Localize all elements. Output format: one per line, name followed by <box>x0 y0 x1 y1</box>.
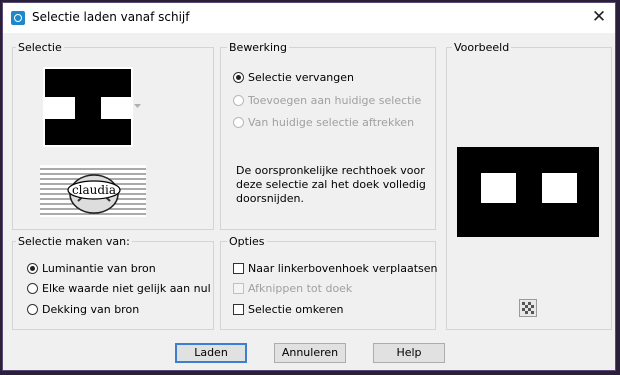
radio-button[interactable] <box>233 95 244 106</box>
checkbox-box[interactable] <box>233 304 244 315</box>
radio-button[interactable] <box>27 283 38 294</box>
checkbox-label: Naar linkerbovenhoek verplaatsen <box>248 262 438 275</box>
app-icon <box>11 11 25 25</box>
load-button[interactable]: Laden <box>175 343 247 363</box>
radio-selectie-vervangen[interactable]: Selectie vervangen <box>233 71 354 84</box>
radio-aftrekken[interactable]: Van huidige selectie aftrekken <box>233 116 414 129</box>
selectie-group-label: Selectie <box>16 41 64 54</box>
opties-group-label: Opties <box>227 235 267 248</box>
info-note: De oorspronkelijke rechthoek voor deze s… <box>236 164 426 205</box>
voorbeeld-group-label: Voorbeeld <box>452 41 512 54</box>
radio-toevoegen[interactable]: Toevoegen aan huidige selectie <box>233 94 421 107</box>
checkbox-box[interactable] <box>233 263 244 274</box>
radio-button[interactable] <box>27 263 38 274</box>
chevron-down-icon[interactable] <box>134 104 141 109</box>
radio-dekking[interactable]: Dekking van bron <box>27 303 139 316</box>
dialog-window: Selectie laden vanaf schijf ✕ Selectie c… <box>2 2 616 371</box>
window-title: Selectie laden vanaf schijf <box>32 10 190 24</box>
watermark-logo: claudia <box>40 165 146 217</box>
checkbox-box[interactable] <box>233 283 244 294</box>
radio-label: Luminantie van bron <box>42 262 156 275</box>
zoom-fit-icon[interactable] <box>519 299 537 317</box>
svg-text:claudia: claudia <box>72 183 116 197</box>
bewerking-group-label: Bewerking <box>227 41 289 54</box>
radio-button[interactable] <box>233 72 244 83</box>
radio-label: Toevoegen aan huidige selectie <box>248 94 422 107</box>
help-button[interactable]: Help <box>373 343 445 363</box>
radio-luminantie[interactable]: Luminantie van bron <box>27 262 156 275</box>
checkbox-linkerbovenhoek[interactable]: Naar linkerbovenhoek verplaatsen <box>233 262 437 275</box>
radio-label: Dekking van bron <box>42 303 140 316</box>
checkbox-label: Selectie omkeren <box>248 303 344 316</box>
selectie-maken-group-label: Selectie maken van: <box>16 235 132 248</box>
preview-image <box>457 147 599 237</box>
selection-thumbnail[interactable] <box>43 67 133 147</box>
radio-label: Van huidige selectie aftrekken <box>248 116 415 129</box>
radio-label: Selectie vervangen <box>248 71 354 84</box>
radio-elke-waarde[interactable]: Elke waarde niet gelijk aan nul <box>27 282 211 295</box>
checkbox-label: Afknippen tot doek <box>248 282 353 295</box>
radio-label: Elke waarde niet gelijk aan nul <box>42 282 211 295</box>
radio-button[interactable] <box>27 304 38 315</box>
checkbox-omkeren[interactable]: Selectie omkeren <box>233 303 343 316</box>
checkbox-afknippen[interactable]: Afknippen tot doek <box>233 282 352 295</box>
radio-button[interactable] <box>233 117 244 128</box>
cancel-button[interactable]: Annuleren <box>274 343 346 363</box>
title-bar: Selectie laden vanaf schijf ✕ <box>3 3 615 33</box>
close-button[interactable]: ✕ <box>589 7 609 27</box>
